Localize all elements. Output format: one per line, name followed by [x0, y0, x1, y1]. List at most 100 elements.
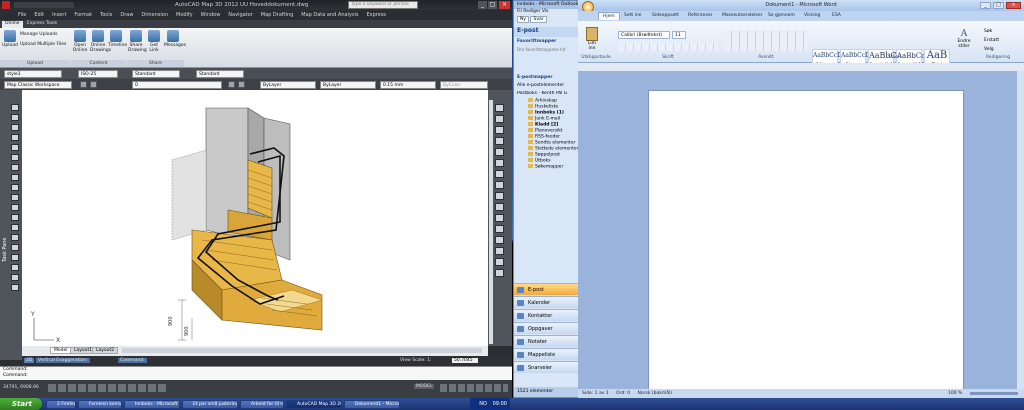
nav-mail[interactable]: E-post [514, 283, 582, 295]
insert-block-icon[interactable] [11, 214, 19, 221]
vertical-scrollbar[interactable] [489, 100, 493, 344]
command-line[interactable]: Command: Command: [0, 366, 512, 380]
linetype-combo[interactable]: ByLayer [320, 80, 376, 89]
vertical-exaggeration[interactable]: Vertical Exaggeration: [36, 358, 90, 363]
command-field[interactable]: Command: [118, 358, 147, 363]
select-button[interactable]: Velg [984, 47, 994, 52]
table-style-combo[interactable]: Standard [132, 69, 180, 78]
taskbar-item[interactable]: Et par små justeringe... [182, 400, 238, 409]
menu-draw[interactable]: Draw [116, 10, 137, 20]
layer-manager-icon[interactable] [80, 81, 87, 88]
font-size-combo[interactable]: 11 [672, 31, 686, 39]
upload-button[interactable]: Upload [2, 30, 18, 48]
tab-express-tools[interactable]: Express Tools [24, 21, 60, 26]
make-current-icon[interactable] [228, 81, 235, 88]
reply-button[interactable]: Svar [530, 16, 547, 23]
language-indicator[interactable]: NO [479, 401, 487, 407]
word-count[interactable]: Ord: 0 [616, 391, 630, 396]
layer-combo[interactable]: 0 [132, 80, 222, 89]
messages-button[interactable]: Messages [164, 30, 186, 48]
array-icon[interactable] [495, 148, 504, 156]
all-mail-items[interactable]: Alle e-postelementer [514, 83, 582, 88]
folder-item[interactable]: Slettede elementer [528, 146, 578, 152]
zoom-level[interactable]: 100 % [948, 389, 962, 398]
taskbar-item[interactable]: Forelesn komvusve ... [78, 400, 122, 409]
font-name-combo[interactable]: Calibri (Brødtekst) [618, 31, 670, 39]
folder-item[interactable]: Søkemapper [528, 164, 563, 170]
tab-online[interactable]: Online [2, 21, 23, 28]
menu-file[interactable]: File [14, 10, 30, 20]
tab-view[interactable]: Visning [800, 12, 824, 19]
tab-model[interactable]: Model [50, 347, 72, 354]
workspace-combo[interactable]: Map Classic Workspace [4, 80, 72, 89]
drafting-toggles[interactable] [48, 384, 168, 392]
menu-modify[interactable]: Modify [172, 10, 197, 20]
word-close-button[interactable]: × [1006, 2, 1021, 9]
paragraph-buttons[interactable] [724, 31, 808, 51]
ellipse-icon[interactable] [11, 194, 19, 201]
menu-dimension[interactable]: Dimension [137, 10, 172, 20]
paste-button[interactable]: Lim inn [584, 27, 600, 51]
text-style-combo[interactable]: style1 [4, 69, 62, 78]
nav-notes[interactable]: Notater [514, 335, 582, 347]
menu-tools[interactable]: Tools [96, 10, 116, 20]
folder-item[interactable]: Kladd [2] [528, 122, 558, 128]
new-mail-button[interactable]: Ny [517, 16, 530, 23]
scale-icon[interactable] [495, 181, 504, 189]
tab-insert[interactable]: Sett inn [620, 12, 646, 19]
nav-shortcuts[interactable]: Snarveier [514, 361, 582, 373]
outlook-menu-file[interactable]: Fil [517, 9, 522, 14]
lineweight-combo[interactable]: 0.15 mm [380, 80, 436, 89]
start-button[interactable]: Start [0, 398, 42, 410]
tab-review[interactable]: Se gjennom [764, 12, 799, 19]
taskbar-item[interactable]: AutoCAD Map 3D 201... [286, 400, 342, 409]
menu-express[interactable]: Express [363, 10, 391, 20]
menu-edit[interactable]: Edit [30, 10, 48, 20]
explode-icon[interactable] [495, 269, 504, 277]
online-drawings-button[interactable]: Online Drawings [90, 30, 111, 53]
point-icon[interactable] [11, 234, 19, 241]
task-pane-label[interactable]: Task Pane [2, 238, 8, 262]
chamfer-icon[interactable] [495, 247, 504, 255]
word-minimize-button[interactable]: _ [980, 2, 991, 9]
mirror-icon[interactable] [495, 126, 504, 134]
hatch-icon[interactable] [11, 244, 19, 251]
get-link-button[interactable]: Get Link [146, 30, 162, 53]
favorites-heading[interactable]: Favorittmapper [514, 39, 582, 44]
fillet-icon[interactable] [495, 258, 504, 266]
document-page[interactable] [648, 90, 964, 390]
model-space-toggle[interactable]: MODEL [414, 384, 435, 389]
menu-format[interactable]: Format [70, 10, 96, 20]
mtext-icon[interactable] [11, 284, 19, 291]
menu-insert[interactable]: Insert [48, 10, 70, 20]
stretch-icon[interactable] [495, 192, 504, 200]
folder-item[interactable]: Sendte elementer [528, 140, 575, 146]
autocad-app-icon[interactable] [2, 1, 10, 9]
folder-item[interactable]: Arkivskap [528, 98, 557, 104]
drawing-canvas[interactable]: 900 900 Y X [22, 90, 488, 346]
maximize-button[interactable]: □ [488, 1, 497, 9]
tab-references[interactable]: Referanser [684, 12, 716, 19]
construction-line-icon[interactable] [11, 114, 19, 121]
status-2d[interactable]: 2D [24, 358, 35, 363]
offset-icon[interactable] [495, 137, 504, 145]
view-scale-value[interactable]: 50.7045 [452, 357, 478, 363]
horizontal-scrollbar[interactable] [122, 348, 482, 353]
tab-home[interactable]: Hjem [598, 12, 620, 20]
dim-style-combo[interactable]: ISO-25 [78, 69, 118, 78]
erase-icon[interactable] [495, 104, 504, 112]
layer-previous-icon[interactable] [238, 81, 245, 88]
multileader-style-combo[interactable]: Standard [196, 69, 244, 78]
status-tray-icons[interactable] [440, 384, 508, 392]
plotstyle-combo[interactable]: ByColor [440, 80, 488, 89]
trim-icon[interactable] [495, 203, 504, 211]
page-count[interactable]: Side: 1 av 1 [582, 391, 609, 396]
change-styles-button[interactable]: A Endre stiler [954, 29, 974, 49]
search-field[interactable]: Type a keyword or phrase [348, 1, 418, 9]
menu-map-data[interactable]: Map Data and Analysis [297, 10, 362, 20]
outlook-menu-view[interactable]: Vis [542, 9, 549, 14]
open-online-button[interactable]: Open Online [72, 30, 88, 53]
outlook-menu-edit[interactable]: Rediger [523, 9, 540, 14]
close-button[interactable]: × [499, 1, 510, 9]
horizontal-ruler[interactable] [578, 63, 1024, 71]
